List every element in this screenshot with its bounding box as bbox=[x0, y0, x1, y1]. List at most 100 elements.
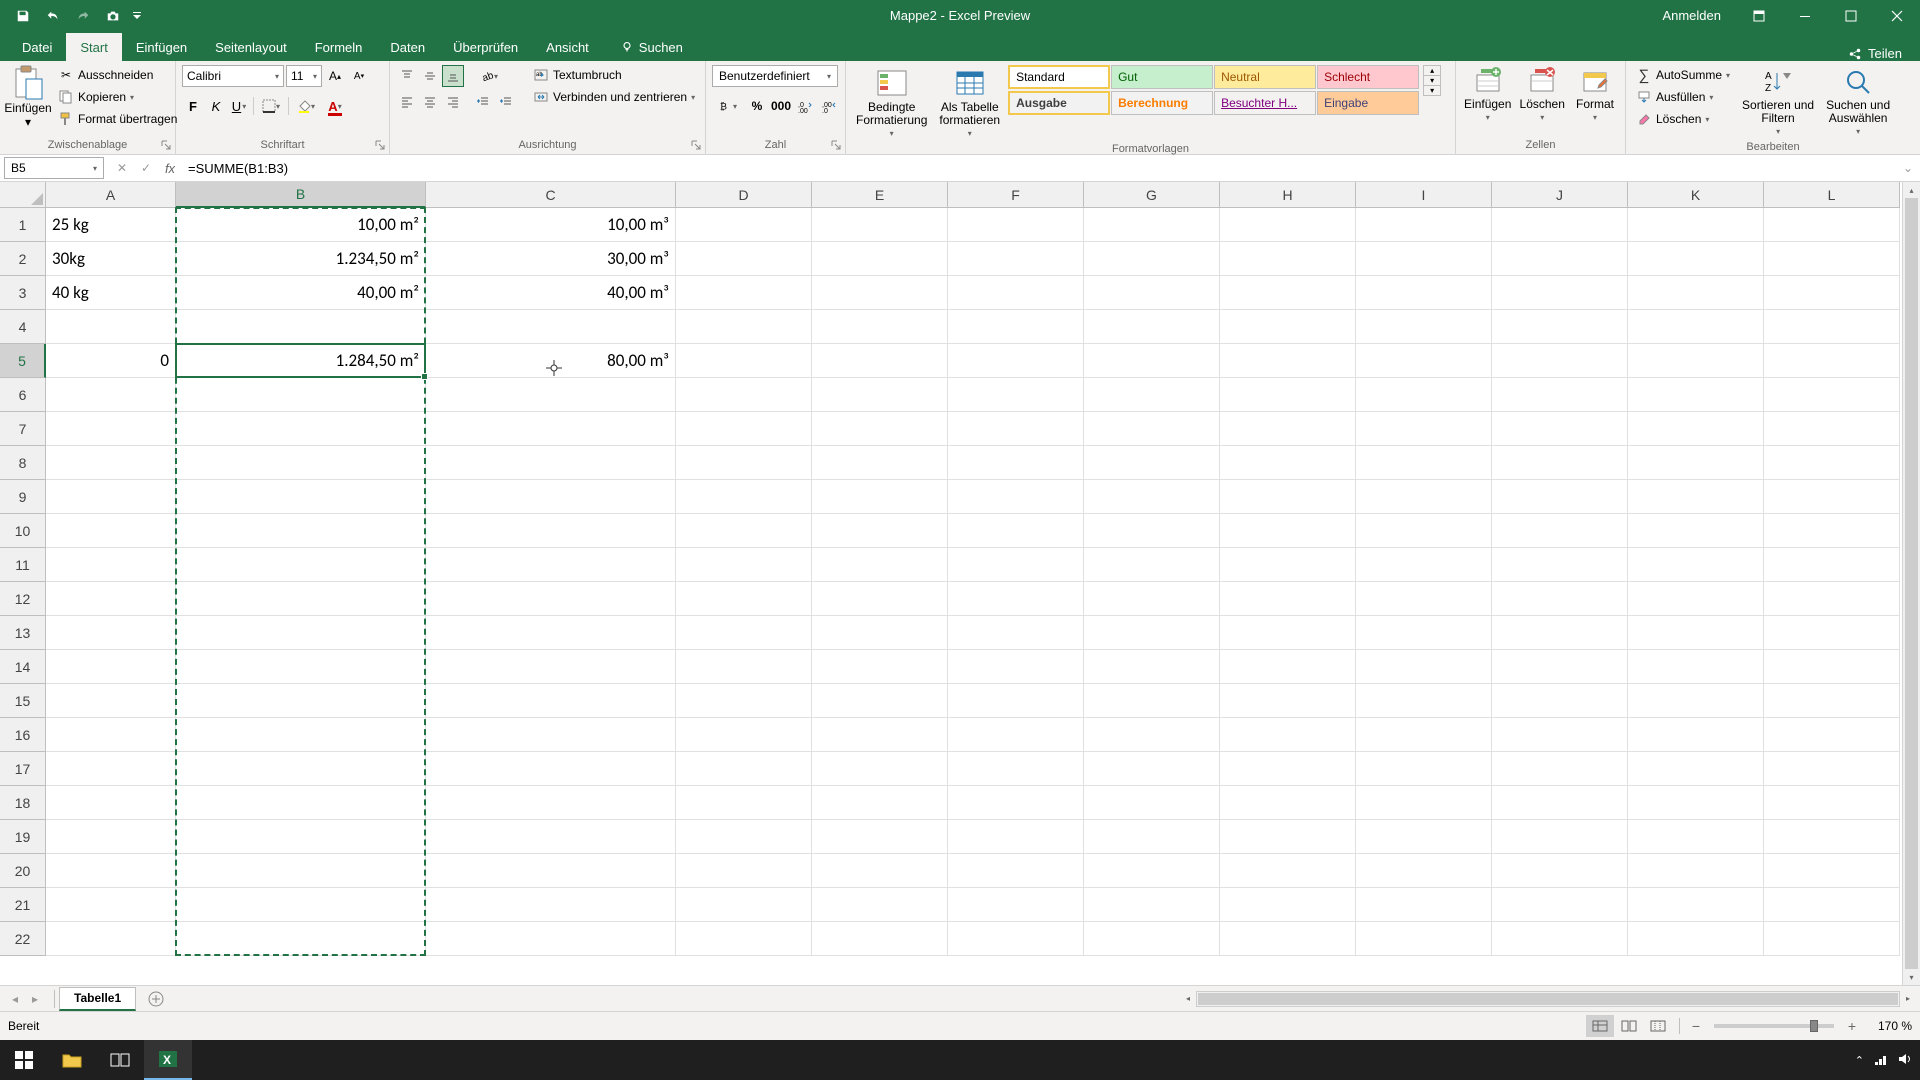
row-header-3[interactable]: 3 bbox=[0, 276, 46, 310]
close-icon[interactable] bbox=[1874, 0, 1920, 31]
save-icon[interactable] bbox=[8, 2, 38, 30]
underline-button[interactable]: U▾ bbox=[228, 95, 250, 117]
font-launcher-icon[interactable] bbox=[373, 138, 387, 152]
formula-input[interactable]: =SUMME(B1:B3) bbox=[182, 157, 1896, 179]
taskview-button[interactable] bbox=[96, 1040, 144, 1080]
zoom-out-button[interactable]: − bbox=[1687, 1017, 1705, 1035]
redo-icon[interactable] bbox=[68, 2, 98, 30]
page-break-view-icon[interactable] bbox=[1644, 1015, 1672, 1037]
name-box[interactable]: B5▾ bbox=[4, 157, 104, 179]
row-header-22[interactable]: 22 bbox=[0, 922, 46, 956]
wrap-text-button[interactable]: abTextumbruch bbox=[529, 65, 699, 85]
sort-filter-button[interactable]: AZSortieren und Filtern▾ bbox=[1738, 65, 1818, 138]
column-header-E[interactable]: E bbox=[812, 182, 948, 208]
style-besucht[interactable]: Besuchter H... bbox=[1214, 91, 1316, 115]
increase-indent-icon[interactable] bbox=[495, 91, 517, 113]
align-bottom-icon[interactable] bbox=[442, 65, 464, 87]
bold-button[interactable]: F bbox=[182, 95, 204, 117]
style-eingabe[interactable]: Eingabe bbox=[1317, 91, 1419, 115]
number-launcher-icon[interactable] bbox=[829, 138, 843, 152]
row-header-20[interactable]: 20 bbox=[0, 854, 46, 888]
zoom-value[interactable]: 170 % bbox=[1862, 1019, 1912, 1033]
autosum-button[interactable]: ∑AutoSumme▾ bbox=[1632, 65, 1734, 85]
cell-B1[interactable]: 10,00 m² bbox=[176, 208, 426, 242]
decrease-font-icon[interactable]: A▾ bbox=[348, 65, 370, 87]
align-center-icon[interactable] bbox=[419, 91, 441, 113]
row-header-5[interactable]: 5 bbox=[0, 344, 46, 378]
column-header-K[interactable]: K bbox=[1628, 182, 1764, 208]
column-header-F[interactable]: F bbox=[948, 182, 1084, 208]
column-header-A[interactable]: A bbox=[46, 182, 176, 208]
paste-button[interactable]: Einfügen▾ bbox=[6, 65, 50, 129]
row-header-16[interactable]: 16 bbox=[0, 718, 46, 752]
row-header-2[interactable]: 2 bbox=[0, 242, 46, 276]
clear-button[interactable]: Löschen▾ bbox=[1632, 109, 1734, 129]
cell-B5[interactable]: 1.284,50 m² bbox=[176, 344, 426, 378]
expand-formulabar-icon[interactable]: ⌄ bbox=[1896, 156, 1920, 180]
tray-volume-icon[interactable] bbox=[1898, 1052, 1912, 1069]
copy-button[interactable]: Kopieren▾ bbox=[54, 87, 181, 107]
style-standard[interactable]: Standard bbox=[1008, 65, 1110, 89]
row-header-9[interactable]: 9 bbox=[0, 480, 46, 514]
border-button[interactable]: ▾ bbox=[257, 95, 285, 117]
row-header-10[interactable]: 10 bbox=[0, 514, 46, 548]
cell-A1[interactable]: 25 kg bbox=[46, 208, 176, 242]
cell-C1[interactable]: 10,00 m³ bbox=[426, 208, 676, 242]
sheet-nav-prev-icon[interactable]: ◂ bbox=[6, 990, 24, 1008]
file-explorer-button[interactable] bbox=[48, 1040, 96, 1080]
cell-A3[interactable]: 40 kg bbox=[46, 276, 176, 310]
align-right-icon[interactable] bbox=[442, 91, 464, 113]
page-layout-view-icon[interactable] bbox=[1615, 1015, 1643, 1037]
enter-formula-icon[interactable]: ✓ bbox=[134, 157, 158, 179]
row-header-8[interactable]: 8 bbox=[0, 446, 46, 480]
cell-A2[interactable]: 30kg bbox=[46, 242, 176, 276]
row-header-14[interactable]: 14 bbox=[0, 650, 46, 684]
percent-button[interactable]: % bbox=[746, 95, 768, 117]
cancel-formula-icon[interactable]: ✕ bbox=[110, 157, 134, 179]
vertical-scrollbar[interactable]: ▴ ▾ bbox=[1902, 182, 1920, 985]
tray-network-icon[interactable] bbox=[1874, 1052, 1888, 1069]
scroll-up-icon[interactable]: ▴ bbox=[1903, 182, 1920, 198]
align-middle-icon[interactable] bbox=[419, 65, 441, 87]
row-header-11[interactable]: 11 bbox=[0, 548, 46, 582]
style-schlecht[interactable]: Schlecht bbox=[1317, 65, 1419, 89]
format-cells-button[interactable]: Format▾ bbox=[1571, 65, 1619, 124]
tab-ueberpruefen[interactable]: Überprüfen bbox=[439, 33, 532, 61]
column-header-L[interactable]: L bbox=[1764, 182, 1900, 208]
align-top-icon[interactable] bbox=[396, 65, 418, 87]
qa-dropdown-icon[interactable] bbox=[128, 2, 146, 30]
column-header-G[interactable]: G bbox=[1084, 182, 1220, 208]
font-name-dropdown[interactable]: Calibri▾ bbox=[182, 65, 284, 87]
sheet-tab-1[interactable]: Tabelle1 bbox=[59, 987, 136, 1011]
zoom-slider[interactable] bbox=[1714, 1024, 1834, 1028]
decrease-decimal-icon[interactable]: ,00,0 bbox=[818, 95, 840, 117]
find-select-button[interactable]: Suchen und Auswählen▾ bbox=[1822, 65, 1894, 138]
increase-decimal-icon[interactable]: ,0,00 bbox=[794, 95, 816, 117]
column-header-C[interactable]: C bbox=[426, 182, 676, 208]
normal-view-icon[interactable] bbox=[1586, 1015, 1614, 1037]
alignment-launcher-icon[interactable] bbox=[689, 138, 703, 152]
tab-daten[interactable]: Daten bbox=[376, 33, 439, 61]
column-header-H[interactable]: H bbox=[1220, 182, 1356, 208]
start-button[interactable] bbox=[0, 1040, 48, 1080]
cut-button[interactable]: ✂Ausschneiden bbox=[54, 65, 181, 85]
row-header-12[interactable]: 12 bbox=[0, 582, 46, 616]
style-gallery-spinner[interactable]: ▴▾▾ bbox=[1423, 65, 1441, 96]
format-table-button[interactable]: Als Tabelle formatieren▾ bbox=[935, 65, 1004, 140]
zoom-in-button[interactable]: + bbox=[1843, 1017, 1861, 1035]
clipboard-launcher-icon[interactable] bbox=[159, 138, 173, 152]
tab-ansicht[interactable]: Ansicht bbox=[532, 33, 603, 61]
excel-taskbar-button[interactable]: X bbox=[144, 1040, 192, 1080]
italic-button[interactable]: K bbox=[205, 95, 227, 117]
column-header-D[interactable]: D bbox=[676, 182, 812, 208]
fx-icon[interactable]: fx bbox=[158, 157, 182, 179]
tab-einfuegen[interactable]: Einfügen bbox=[122, 33, 201, 61]
conditional-format-button[interactable]: Bedingte Formatierung▾ bbox=[852, 65, 931, 140]
currency-button[interactable]: ₿▾ bbox=[712, 95, 744, 117]
horizontal-scrollbar[interactable] bbox=[1196, 991, 1900, 1007]
number-format-dropdown[interactable]: Benutzerdefiniert▾ bbox=[712, 65, 838, 87]
style-ausgabe[interactable]: Ausgabe bbox=[1008, 91, 1110, 115]
increase-font-icon[interactable]: A▴ bbox=[324, 65, 346, 87]
delete-cells-button[interactable]: Löschen▾ bbox=[1517, 65, 1567, 124]
ribbon-display-icon[interactable] bbox=[1736, 0, 1782, 31]
